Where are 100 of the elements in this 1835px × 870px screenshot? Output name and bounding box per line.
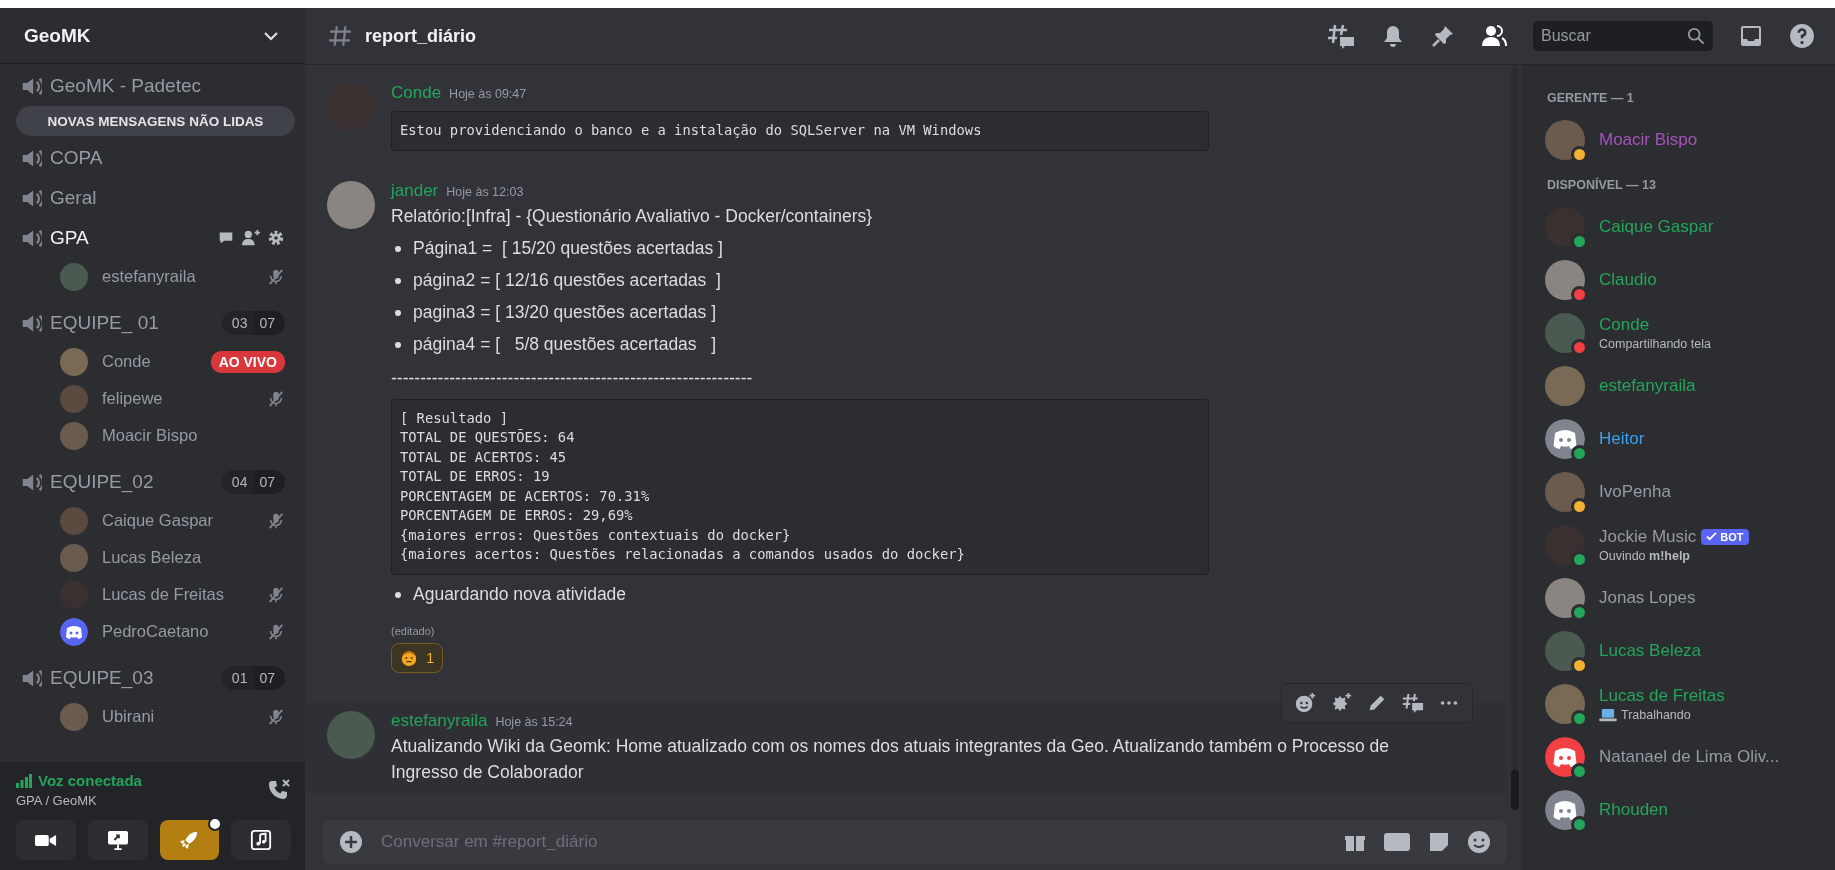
member-item[interactable]: Caique Gaspar bbox=[1531, 200, 1827, 253]
speaker-icon bbox=[22, 313, 42, 333]
emoji-icon[interactable] bbox=[1467, 830, 1491, 854]
voice-user[interactable]: Caique Gaspar bbox=[12, 502, 295, 539]
sticker-icon[interactable] bbox=[1427, 830, 1451, 854]
avatar-placeholder bbox=[1545, 630, 1585, 671]
voice-user[interactable]: estefanyraila bbox=[12, 258, 295, 295]
list-item: Aguardando nova atividade bbox=[413, 584, 627, 605]
channel-name: GeoMK - Padetec bbox=[50, 75, 203, 97]
voice-channel[interactable]: COPA bbox=[12, 138, 295, 178]
user-name: estefanyraila bbox=[102, 267, 197, 286]
members-icon[interactable] bbox=[1481, 24, 1507, 48]
member-item[interactable]: Jockie Music BOT Ouvindo m!help bbox=[1531, 518, 1827, 571]
voice-user[interactable]: Lucas Beleza bbox=[12, 539, 295, 576]
help-icon[interactable] bbox=[1789, 23, 1815, 49]
avatar-placeholder bbox=[1545, 365, 1585, 406]
voice-user[interactable]: felipewe bbox=[12, 380, 295, 417]
avatar-placeholder bbox=[1545, 577, 1585, 618]
thread-icon[interactable] bbox=[1402, 691, 1424, 714]
camera-button[interactable] bbox=[16, 820, 76, 860]
member-item[interactable]: IvoPenha bbox=[1531, 465, 1827, 518]
search-field[interactable]: Buscar bbox=[1533, 21, 1713, 51]
member-name: Lucas de Freitas bbox=[1599, 685, 1725, 706]
voice-channel[interactable]: Geral bbox=[12, 178, 295, 218]
member-name: Conde bbox=[1599, 314, 1650, 335]
member-name: estefanyraila bbox=[1599, 375, 1696, 396]
voice-user[interactable]: PedroCaetano bbox=[12, 613, 295, 650]
unread-messages-banner[interactable]: NOVAS MENSAGENS NÃO LIDAS bbox=[16, 106, 295, 136]
chevron-down-icon[interactable] bbox=[263, 30, 279, 41]
camera-icon bbox=[34, 832, 57, 848]
channel-name: EQUIPE_03 bbox=[50, 667, 155, 689]
member-item[interactable]: Natanael de Lima Oliv... bbox=[1531, 730, 1827, 783]
bot-badge: BOT bbox=[1701, 528, 1749, 545]
soundboard-icon bbox=[250, 829, 273, 851]
server-name[interactable]: GeoMK bbox=[24, 24, 91, 47]
member-activity: Compartilhando tela bbox=[1599, 336, 1711, 351]
signal-icon bbox=[16, 773, 32, 788]
activity-button[interactable] bbox=[159, 820, 220, 860]
speaker-icon bbox=[22, 668, 42, 688]
speaker-icon bbox=[22, 76, 42, 96]
add-icon[interactable] bbox=[339, 830, 363, 854]
screen-button[interactable] bbox=[87, 820, 148, 860]
voice-status[interactable]: Voz conectada bbox=[38, 772, 142, 789]
voice-channel[interactable]: EQUIPE_ 01 03 07 bbox=[12, 303, 295, 343]
member-item[interactable]: Claudio bbox=[1531, 253, 1827, 306]
voice-user[interactable]: Conde AO VIVO bbox=[12, 343, 295, 380]
author-name[interactable]: jander bbox=[391, 180, 439, 201]
voice-user[interactable]: Moacir Bispo bbox=[12, 417, 295, 454]
member-name: Caique Gaspar bbox=[1599, 216, 1714, 237]
message-input[interactable]: Conversar em #report_diário bbox=[379, 831, 1327, 853]
add-user-icon[interactable] bbox=[241, 229, 261, 247]
search-icon bbox=[1687, 27, 1705, 45]
bell-icon[interactable] bbox=[1381, 24, 1405, 48]
threads-icon[interactable] bbox=[1327, 22, 1355, 50]
settings-icon[interactable] bbox=[267, 229, 285, 247]
voice-location[interactable]: GPA / GeoMK bbox=[16, 793, 142, 808]
member-item[interactable]: Lucas de Freitas Trabalhando bbox=[1531, 677, 1827, 730]
avatar-placeholder bbox=[60, 384, 88, 413]
author-name[interactable]: Conde bbox=[391, 83, 442, 103]
voice-user[interactable]: Lucas de Freitas bbox=[12, 576, 295, 613]
channel-title: report_diário bbox=[365, 25, 477, 47]
member-item[interactable]: Heitor bbox=[1531, 412, 1827, 465]
reaction-button[interactable]: 1 bbox=[391, 642, 444, 673]
screen-share-icon bbox=[106, 830, 129, 850]
avatar-placeholder bbox=[1545, 259, 1585, 300]
avatar-placeholder bbox=[327, 180, 375, 229]
message-text: Relatório:[Infra] - {Questionário Avaliativo - Docker/containers} bbox=[391, 204, 874, 228]
voice-channel[interactable]: EQUIPE_02 04 07 bbox=[12, 462, 295, 502]
add-reaction-icon[interactable] bbox=[1294, 691, 1316, 714]
voice-channel[interactable]: GPA bbox=[12, 218, 295, 258]
super-reaction-icon[interactable] bbox=[1330, 691, 1352, 714]
author-name[interactable]: estefanyraila bbox=[391, 710, 488, 731]
speaker-icon bbox=[22, 188, 42, 208]
voice-channel[interactable]: EQUIPE_03 01 07 bbox=[12, 658, 295, 698]
member-item[interactable]: Moacir Bispo bbox=[1531, 113, 1827, 166]
member-item[interactable]: Jonas Lopes bbox=[1531, 571, 1827, 624]
member-name: Jonas Lopes bbox=[1599, 587, 1696, 608]
scrollbar-thumb[interactable] bbox=[1511, 770, 1519, 810]
code-block: [ Resultado ] TOTAL DE QUESTÕES: 64 TOTAL DE ACERTOS: 45 TOTAL DE ERROS: 19 PORCENTAGEM DE ACERTOS: 70.31% PORCENTAGEM DE ERROS: 29,69% {maiores erros: Questões contextuais do docker} {maiores acertos: Questões relacionadas a comandos usados do docker} bbox=[391, 398, 1209, 575]
avatar-placeholder bbox=[1545, 524, 1585, 565]
member-item[interactable]: Conde Compartilhando tela bbox=[1531, 306, 1827, 359]
inbox-icon[interactable] bbox=[1739, 24, 1763, 48]
voice-channel[interactable]: GeoMK - Padetec bbox=[12, 66, 295, 106]
speaker-icon bbox=[22, 472, 42, 492]
channel-name: EQUIPE_ 01 bbox=[50, 312, 160, 334]
message-input-bar[interactable]: Conversar em #report_diário bbox=[323, 820, 1507, 864]
emoji-icon bbox=[400, 648, 418, 667]
member-item[interactable]: estefanyraila bbox=[1531, 359, 1827, 412]
member-group-heading: GERENTE — 1 bbox=[1546, 90, 1635, 107]
user-name: felipewe bbox=[102, 389, 164, 408]
gif-icon[interactable] bbox=[1383, 832, 1411, 852]
message-text: Atualizando Wiki da Geomk: Home atualizado com os nomes dos atuais integrantes da Geo. Atualizando também o Processo de Ingresso de Colaborador bbox=[391, 734, 1391, 784]
pin-icon[interactable] bbox=[1431, 24, 1455, 48]
member-activity: Ouvindo m!help bbox=[1599, 548, 1690, 563]
voice-user[interactable]: Ubirani bbox=[12, 698, 295, 735]
member-item[interactable]: Lucas Beleza bbox=[1531, 624, 1827, 677]
disconnect-icon[interactable] bbox=[267, 778, 291, 802]
soundboard-button[interactable] bbox=[231, 820, 291, 860]
avatar-placeholder bbox=[60, 543, 88, 572]
member-item[interactable]: Rhouden bbox=[1531, 783, 1827, 836]
